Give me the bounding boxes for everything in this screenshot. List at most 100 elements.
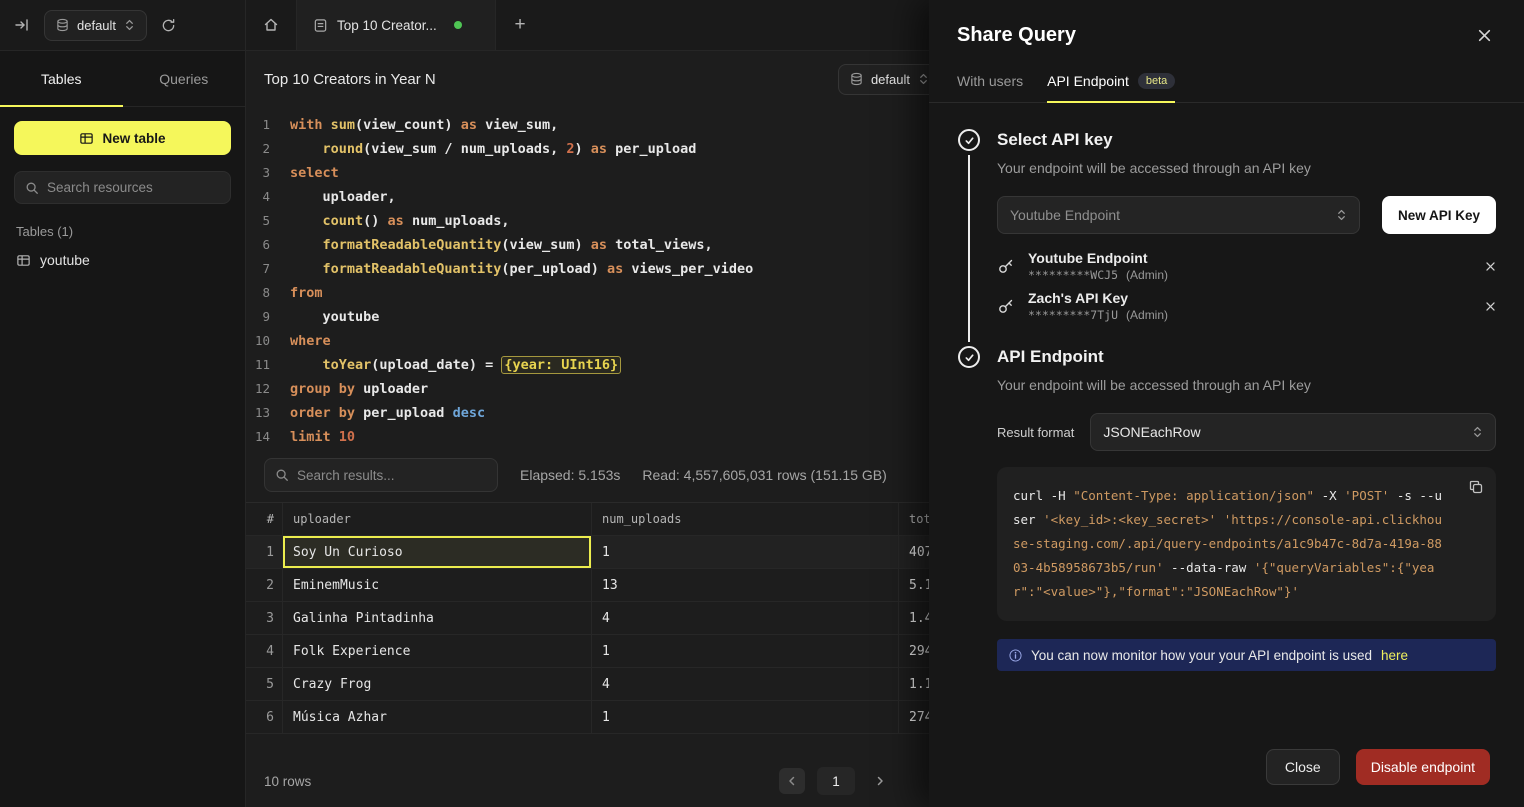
new-tab-button[interactable]: + (496, 0, 544, 50)
line-number: 12 (246, 377, 290, 401)
search-icon (25, 181, 39, 195)
code-text: group by uploader (290, 377, 428, 401)
row-number: 2 (246, 569, 283, 601)
disable-endpoint-button[interactable]: Disable endpoint (1356, 749, 1490, 785)
tab-tables[interactable]: Tables (0, 51, 123, 106)
query-file-icon (313, 18, 328, 33)
line-number: 8 (246, 281, 290, 305)
next-page-button[interactable] (867, 768, 893, 794)
table-cell[interactable]: 4 (592, 668, 899, 700)
table-cell[interactable]: 1 (592, 635, 899, 667)
api-key-texts: Zach's API Key*********7TjU(Admin) (1028, 290, 1472, 322)
resources-search[interactable] (14, 171, 231, 204)
top-bar-left: default (0, 0, 246, 50)
resources-search-input[interactable] (47, 180, 220, 195)
column-header[interactable]: # (246, 503, 283, 535)
run-database-selector[interactable]: default (838, 64, 941, 95)
api-key-item: Zach's API Key*********7TjU(Admin) (997, 290, 1496, 322)
step-subtitle: Your endpoint will be accessed through a… (997, 160, 1496, 176)
line-number: 10 (246, 329, 290, 353)
query-tab-label: Top 10 Creator... (337, 18, 437, 33)
table-cell[interactable]: Galinha Pintadinha (283, 602, 592, 634)
key-controls: Youtube Endpoint New API Key (997, 196, 1496, 234)
step-select-api-key: Select API key Your endpoint will be acc… (957, 129, 1496, 346)
curl-snippet: curl -H "Content-Type: application/json"… (997, 467, 1496, 621)
home-button[interactable] (246, 0, 296, 50)
tab-queries[interactable]: Queries (123, 51, 246, 106)
chevron-updown-icon (918, 72, 929, 86)
code-text: limit 10 (290, 425, 355, 449)
sidebar-item-youtube[interactable]: youtube (0, 245, 245, 275)
elapsed-time: Elapsed: 5.153s (520, 467, 620, 483)
share-query-drawer: Share Query With users API Endpoint beta (929, 0, 1524, 807)
database-selector-value: default (77, 18, 116, 33)
row-number: 5 (246, 668, 283, 700)
line-number: 11 (246, 353, 290, 377)
drawer-body: Select API key Your endpoint will be acc… (929, 103, 1524, 733)
remove-key-icon[interactable] (1485, 301, 1496, 312)
api-key-meta: *********WCJ5(Admin) (1028, 268, 1472, 282)
column-header[interactable]: uploader (283, 503, 592, 535)
table-cell[interactable]: Folk Experience (283, 635, 592, 667)
row-number: 3 (246, 602, 283, 634)
unsaved-changes-dot (454, 21, 462, 29)
code-text: with sum(view_count) as view_sum, (290, 113, 558, 137)
table-cell[interactable]: 1 (592, 536, 899, 568)
code-text: where (290, 329, 331, 353)
table-cell[interactable]: 1 (592, 701, 899, 733)
page-number[interactable]: 1 (817, 767, 855, 795)
app-root: default Top 10 Creator... + (0, 0, 1524, 807)
step-content: Select API key Your endpoint will be acc… (997, 129, 1496, 346)
key-icon (997, 297, 1015, 315)
close-icon[interactable] (1477, 28, 1492, 43)
close-button[interactable]: Close (1266, 749, 1340, 785)
table-cell[interactable]: Crazy Frog (283, 668, 592, 700)
copy-icon[interactable] (1468, 479, 1484, 495)
query-tab[interactable]: Top 10 Creator... (296, 0, 496, 50)
code-text: youtube (290, 305, 379, 329)
collapse-sidebar-icon[interactable] (14, 17, 30, 33)
sidebar: Tables Queries New table Tables (1) (0, 51, 246, 807)
database-icon (850, 72, 863, 86)
line-number: 6 (246, 233, 290, 257)
code-text: round(view_sum / num_uploads, 2) as per_… (290, 137, 696, 161)
tab-api-endpoint[interactable]: API Endpoint beta (1047, 73, 1175, 102)
table-cell[interactable]: Música Azhar (283, 701, 592, 733)
result-format-row: Result format JSONEachRow (997, 413, 1496, 451)
api-key-list: Youtube Endpoint *********WCJ5(Admin) Zach… (997, 250, 1496, 322)
monitor-here-link[interactable]: here (1381, 648, 1408, 663)
code-text: toYear(upload_date) = {year: UInt16} (290, 353, 621, 377)
new-api-key-button[interactable]: New API Key (1382, 196, 1496, 234)
row-number: 1 (246, 536, 283, 568)
table-cell[interactable]: Soy Un Curioso (283, 536, 592, 568)
banner-text: You can now monitor how your your API en… (1031, 648, 1372, 663)
results-search[interactable] (264, 458, 498, 492)
code-text: from (290, 281, 323, 305)
query-title: Top 10 Creators in Year N (264, 71, 436, 88)
code-text: order by per_upload desc (290, 401, 485, 425)
table-cell[interactable]: 4 (592, 602, 899, 634)
api-key-select[interactable]: Youtube Endpoint (997, 196, 1360, 234)
column-header[interactable]: num_uploads (592, 503, 899, 535)
database-icon (56, 18, 69, 32)
table-cell[interactable]: 13 (592, 569, 899, 601)
query-header: Top 10 Creators in Year N default (246, 51, 941, 107)
tab-with-users[interactable]: With users (957, 73, 1023, 102)
refresh-icon[interactable] (161, 18, 176, 33)
remove-key-icon[interactable] (1485, 261, 1496, 272)
table-cell[interactable]: EminemMusic (283, 569, 592, 601)
api-key-item: Youtube Endpoint *********WCJ5(Admin) (997, 250, 1496, 282)
step-api-endpoint: API Endpoint Your endpoint will be acces… (957, 346, 1496, 695)
database-selector[interactable]: default (44, 10, 147, 41)
step-subtitle: Your endpoint will be accessed through a… (997, 377, 1496, 393)
api-key-name: Youtube Endpoint (1028, 250, 1472, 266)
monitor-info-banner: You can now monitor how your your API en… (997, 639, 1496, 671)
chevron-updown-icon (1336, 208, 1347, 222)
line-number: 4 (246, 185, 290, 209)
result-format-select[interactable]: JSONEachRow (1090, 413, 1496, 451)
new-table-button[interactable]: New table (14, 121, 231, 155)
rows-read: Read: 4,557,605,031 rows (151.15 GB) (642, 467, 886, 483)
results-search-input[interactable] (297, 468, 487, 483)
api-key-masked: *********WCJ5 (1028, 268, 1118, 282)
prev-page-button[interactable] (779, 768, 805, 794)
